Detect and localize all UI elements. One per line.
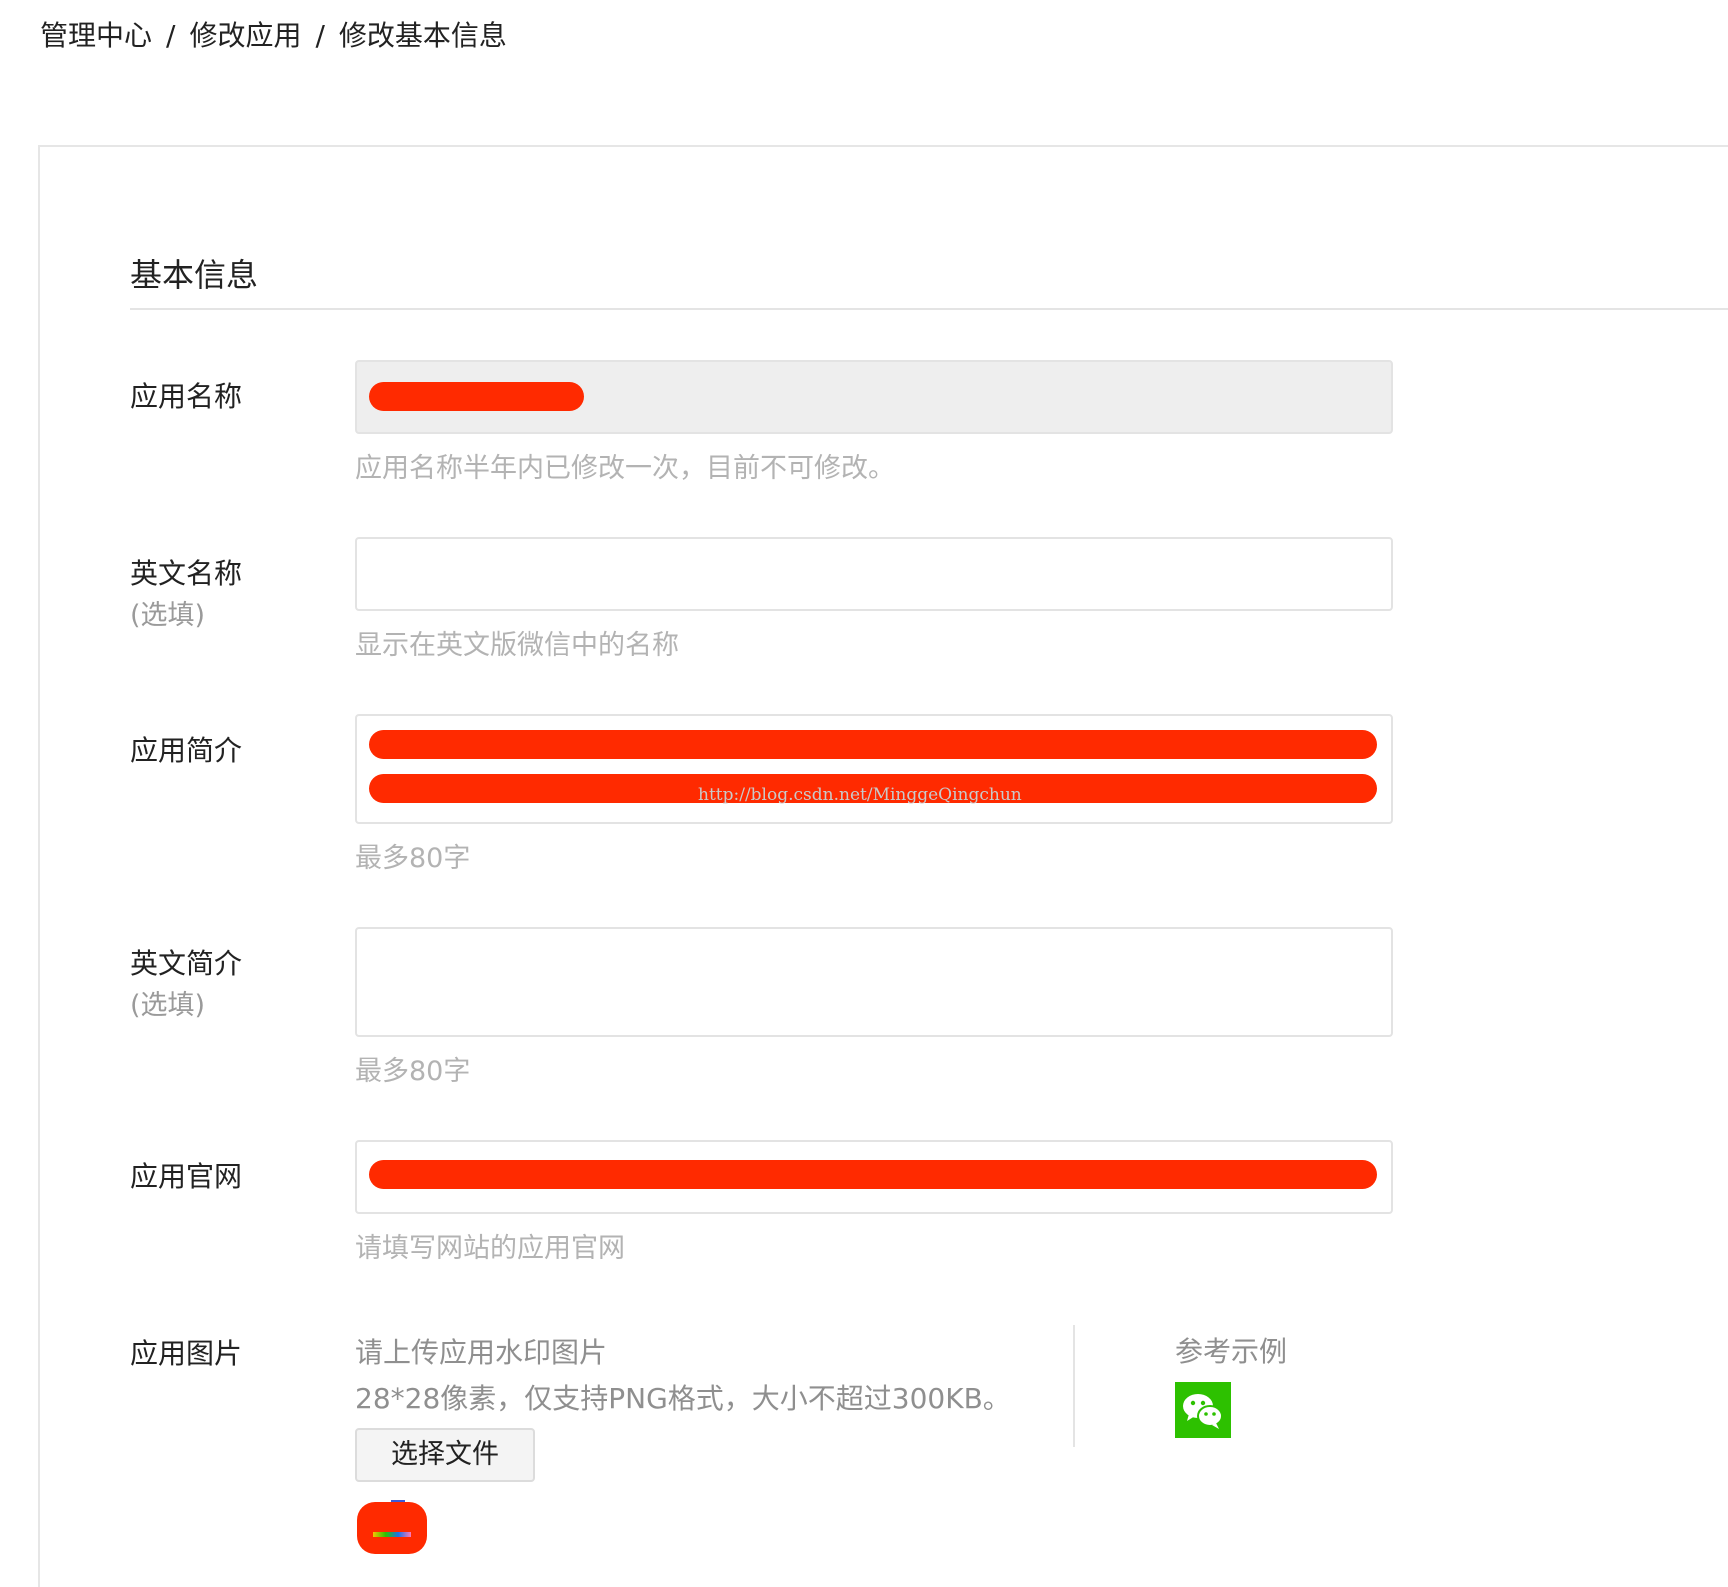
- breadcrumb-modify-app[interactable]: 修改应用: [189, 19, 301, 52]
- redaction-mark: [357, 1502, 427, 1554]
- upload-info-line1: 请上传应用水印图片: [355, 1336, 608, 1369]
- upload-info-line2: 28*28像素，仅支持PNG格式，大小不超过300KB。: [355, 1382, 1011, 1415]
- english-intro-hint: 最多80字: [355, 1056, 471, 1087]
- english-intro-label: 英文简介 (选填): [130, 943, 242, 1027]
- english-name-hint: 显示在英文版微信中的名称: [355, 630, 679, 661]
- upload-instructions: 请上传应用水印图片 28*28像素，仅支持PNG格式，大小不超过300KB。: [355, 1330, 1011, 1422]
- app-image-label: 应用图片: [130, 1337, 243, 1370]
- app-name-hint: 应用名称半年内已修改一次，目前不可修改。: [355, 453, 895, 484]
- app-intro-label: 应用简介: [130, 734, 243, 767]
- breadcrumb-admin-center[interactable]: 管理中心: [40, 19, 152, 52]
- website-label: 应用官网: [130, 1160, 243, 1193]
- choose-file-button[interactable]: 选择文件: [355, 1428, 535, 1482]
- watermark: http://blog.csdn.net/MinggeQingchun: [698, 785, 1022, 805]
- website-hint: 请填写网站的应用官网: [355, 1233, 625, 1264]
- breadcrumb-separator: /: [166, 19, 176, 52]
- breadcrumb: 管理中心 / 修改应用 / 修改基本信息: [40, 14, 507, 54]
- english-name-label: 英文名称 (选填): [130, 553, 242, 637]
- redaction-mark: [369, 1160, 1377, 1189]
- section-title: 基本信息: [130, 256, 259, 294]
- optional-tag: (选填): [130, 990, 206, 1021]
- breadcrumb-separator: /: [315, 19, 325, 52]
- breadcrumb-current: 修改基本信息: [338, 19, 507, 52]
- wechat-icon: [1175, 1382, 1231, 1438]
- redaction-mark: [369, 730, 1377, 759]
- vertical-divider: [1073, 1325, 1075, 1447]
- english-intro-textarea[interactable]: [355, 927, 1393, 1037]
- english-name-input[interactable]: [355, 537, 1393, 611]
- section-divider: [130, 308, 1728, 310]
- optional-tag: (选填): [130, 600, 206, 631]
- redaction-mark: [369, 382, 584, 411]
- reference-title: 参考示例: [1175, 1335, 1288, 1368]
- app-name-label: 应用名称: [130, 380, 243, 413]
- uploaded-image-strip: [373, 1532, 411, 1537]
- app-intro-hint: 最多80字: [355, 843, 471, 874]
